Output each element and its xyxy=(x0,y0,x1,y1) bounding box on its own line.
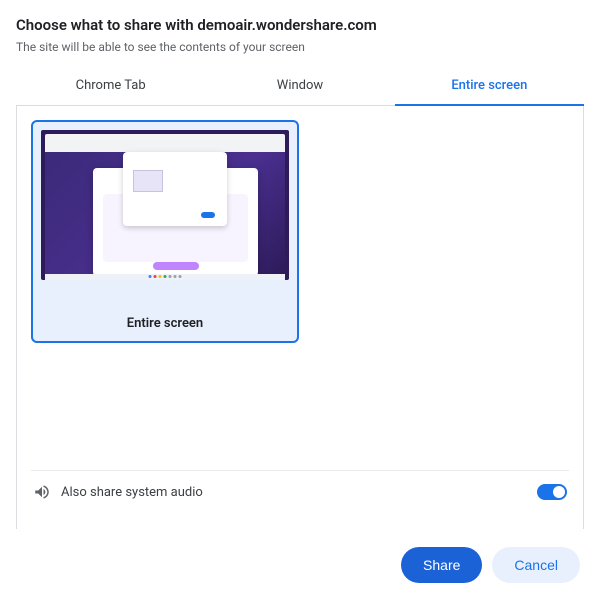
system-audio-label: Also share system audio xyxy=(61,485,203,500)
dialog-footer: Share Cancel xyxy=(16,529,584,605)
system-audio-toggle[interactable] xyxy=(537,484,567,500)
share-button[interactable]: Share xyxy=(401,547,482,583)
share-type-tabs: Chrome Tab Window Entire screen xyxy=(16,68,584,106)
volume-icon xyxy=(33,483,51,501)
tab-entire-screen[interactable]: Entire screen xyxy=(395,68,584,105)
screen-share-dialog: Choose what to share with demoair.wonder… xyxy=(0,0,600,605)
screen-thumbnails: Entire screen xyxy=(31,120,569,343)
tab-window[interactable]: Window xyxy=(205,68,394,105)
screen-option-label: Entire screen xyxy=(41,316,289,331)
dialog-subtitle: The site will be able to see the content… xyxy=(16,40,584,54)
screen-option-entire-screen[interactable]: Entire screen xyxy=(31,120,299,343)
cancel-button[interactable]: Cancel xyxy=(492,547,580,583)
screen-preview xyxy=(41,130,289,280)
tab-chrome-tab[interactable]: Chrome Tab xyxy=(16,68,205,105)
system-audio-row: Also share system audio xyxy=(31,470,569,515)
content-area: Entire screen Also share system audio xyxy=(16,106,584,529)
dialog-title: Choose what to share with demoair.wonder… xyxy=(16,16,584,34)
